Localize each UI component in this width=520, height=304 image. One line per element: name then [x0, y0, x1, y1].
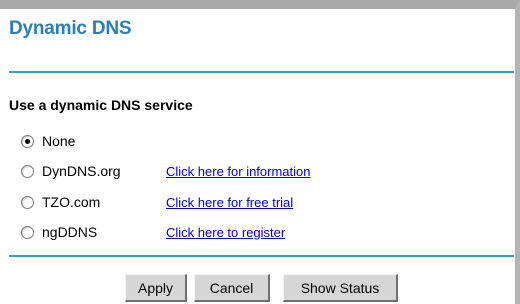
cancel-button[interactable]: Cancel — [194, 274, 270, 302]
show-status-button[interactable]: Show Status — [283, 274, 398, 302]
footer-divider — [9, 255, 514, 257]
tzo-trial-link[interactable]: Click here for free trial — [166, 195, 293, 210]
apply-button[interactable]: Apply — [125, 274, 187, 302]
page-title: Dynamic DNS — [9, 18, 132, 39]
option-none-label: None — [42, 133, 76, 149]
radio-dyndns[interactable] — [21, 164, 34, 178]
option-ngddns: ngDDNS Click here to register — [21, 221, 441, 243]
option-ngddns-label: ngDDNS — [42, 224, 98, 240]
dyndns-info-link[interactable]: Click here for information — [166, 164, 311, 179]
dynamic-dns-panel: Dynamic DNS Use a dynamic DNS service No… — [0, 0, 520, 304]
radio-none[interactable] — [21, 134, 34, 148]
section-heading: Use a dynamic DNS service — [9, 97, 193, 113]
radio-selected-dot — [25, 138, 30, 144]
radio-ngddns[interactable] — [21, 225, 34, 239]
option-dyndns-label: DynDNS.org — [42, 163, 121, 179]
option-tzo: TZO.com Click here for free trial — [21, 191, 441, 213]
option-tzo-label: TZO.com — [42, 194, 101, 210]
ngddns-register-link[interactable]: Click here to register — [166, 225, 285, 240]
radio-tzo[interactable] — [21, 195, 34, 209]
title-divider — [9, 71, 514, 73]
option-none: None — [21, 130, 221, 152]
option-dyndns: DynDNS.org Click here for information — [21, 160, 441, 182]
